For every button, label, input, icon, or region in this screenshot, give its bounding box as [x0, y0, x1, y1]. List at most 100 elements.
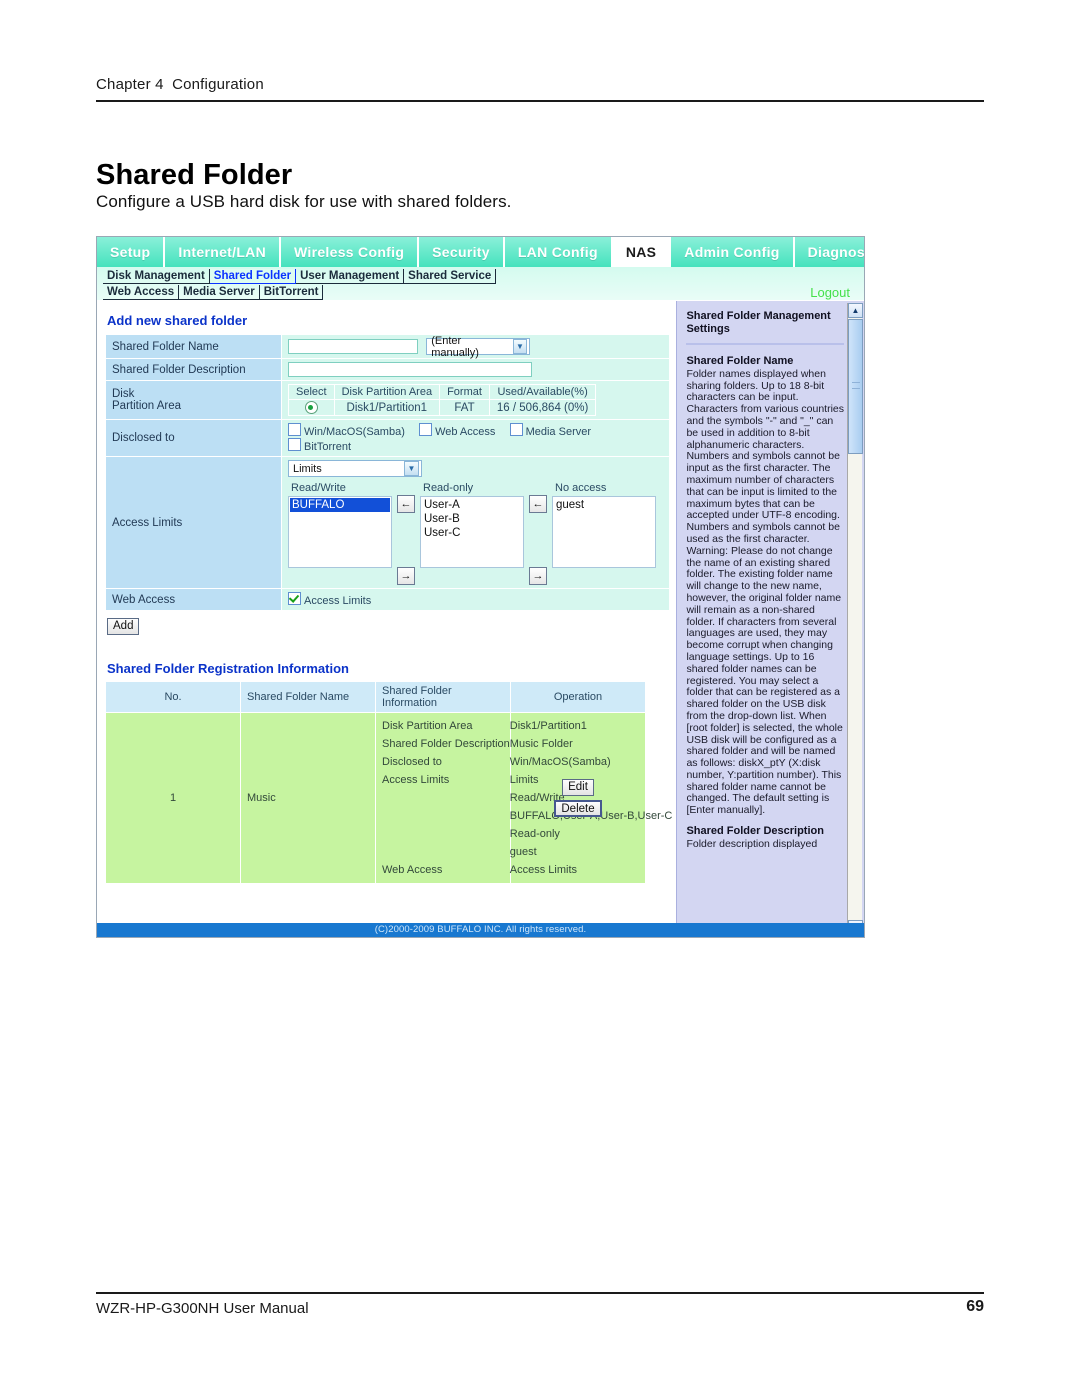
tab-nas[interactable]: NAS: [612, 237, 672, 267]
page-subtitle: Configure a USB hard disk for use with s…: [96, 192, 512, 211]
move-left-button[interactable]: ←: [529, 495, 547, 513]
reg-cell-no: 1: [105, 712, 241, 884]
move-left-button[interactable]: ←: [397, 495, 415, 513]
checkbox-media-server[interactable]: Media Server: [509, 423, 591, 438]
move-right-button[interactable]: →: [529, 567, 547, 585]
readwrite-listbox[interactable]: BUFFALO: [288, 496, 392, 568]
edit-button[interactable]: Edit: [562, 779, 594, 796]
label-shared-folder-description: Shared Folder Description: [105, 358, 282, 381]
form-row-disk-partition: Disk Partition Area Select Disk Partitio…: [105, 380, 670, 420]
transfer-arrows-readwrite: ← →: [392, 481, 420, 585]
disk-col-partition-area: Disk Partition Area: [333, 384, 441, 400]
info-key: [382, 789, 510, 807]
sub-tab-disk-management[interactable]: Disk Management: [103, 269, 210, 284]
registration-info-grid: Disk Partition Area Shared Folder Descri…: [382, 717, 672, 879]
list-item[interactable]: User-B: [422, 512, 522, 526]
tab-lan-config[interactable]: LAN Config: [504, 237, 613, 267]
running-head-chapter: Chapter 4: [96, 76, 164, 93]
disk-partition-radio[interactable]: [304, 401, 318, 414]
list-item[interactable]: guest: [554, 498, 654, 512]
checkbox-win-macos-samba[interactable]: Win/MacOS(Samba): [288, 423, 405, 438]
sub-tab-shared-service[interactable]: Shared Service: [404, 269, 497, 284]
checkbox-win-macos-samba-label: Win/MacOS(Samba): [304, 426, 405, 438]
delete-button[interactable]: Delete: [554, 800, 602, 817]
manual-page: Chapter 4 Configuration Shared Folder Co…: [0, 0, 1080, 1397]
reg-cell-name: Music: [240, 712, 376, 884]
ui-body: Add new shared folder Shared Folder Name…: [97, 301, 864, 937]
checkbox-web-access[interactable]: Web Access: [419, 423, 495, 438]
sub-tab-bar: Disk Management Shared Folder User Manag…: [97, 267, 864, 300]
help-heading: Shared Folder Management Settings: [686, 310, 831, 335]
info-value: Music Folder: [509, 738, 573, 750]
sub-tab-shared-folder[interactable]: Shared Folder: [209, 269, 297, 284]
label-shared-folder-name: Shared Folder Name: [105, 334, 282, 359]
move-right-button[interactable]: →: [397, 567, 415, 585]
tab-wireless-config[interactable]: Wireless Config: [281, 237, 420, 267]
tab-setup[interactable]: Setup: [97, 237, 166, 267]
disk-col-select: Select: [288, 384, 335, 400]
access-limits-select[interactable]: Limits ▼: [288, 460, 422, 477]
disk-used-available: 16 / 506,864 (0%): [488, 399, 597, 416]
chevron-down-icon: ▼: [404, 461, 419, 476]
add-button[interactable]: Add: [107, 618, 140, 635]
reg-cell-info: Disk Partition Area Shared Folder Descri…: [375, 712, 672, 884]
list-item[interactable]: User-A: [422, 498, 522, 512]
checkbox-web-access-limits-label: Access Limits: [304, 595, 372, 607]
footer-page-number: 69: [966, 1298, 984, 1315]
checkbox-web-access-label: Web Access: [435, 426, 496, 438]
disk-partition-name: Disk1/Partition1: [333, 399, 441, 416]
form-row-access-limits: Access Limits Limits ▼ Read/Write BUFFAL…: [105, 456, 670, 589]
checkbox-bittorrent[interactable]: BitTorrent: [288, 438, 351, 453]
logout-link[interactable]: Logout: [810, 285, 850, 300]
add-button-container: Add: [107, 618, 676, 635]
sub-tab-web-access[interactable]: Web Access: [103, 285, 180, 300]
disk-table-header-row: Select Disk Partition Area Format Used/A…: [288, 384, 597, 400]
reg-col-operation: Operation: [510, 681, 646, 713]
checkbox-checked-icon[interactable]: [288, 592, 301, 605]
shared-folder-name-select[interactable]: (Enter manually) ▼: [426, 335, 531, 359]
checkbox-web-access-limits[interactable]: Access Limits: [288, 592, 371, 607]
info-key: Web Access: [382, 864, 443, 876]
scrollbar-thumb[interactable]: [848, 319, 863, 454]
info-value: Disk1/Partition1: [509, 720, 587, 732]
sub-tab-media-server[interactable]: Media Server: [179, 285, 260, 300]
list-item[interactable]: User-C: [422, 526, 522, 540]
checkbox-icon[interactable]: [509, 423, 523, 436]
tab-admin-config[interactable]: Admin Config: [671, 237, 795, 267]
footer-manual-name: WZR-HP-G300NH User Manual: [96, 1300, 309, 1317]
checkbox-icon[interactable]: [419, 423, 433, 436]
checkbox-icon[interactable]: [288, 423, 301, 436]
shared-folder-name-input[interactable]: [288, 339, 418, 355]
disk-col-format: Format: [439, 384, 490, 400]
readonly-column: Read-only User-A User-B User-C: [420, 481, 524, 568]
list-item[interactable]: BUFFALO: [290, 498, 390, 512]
sub-tab-bittorrent[interactable]: BitTorrent: [259, 285, 324, 300]
shared-folder-description-input[interactable]: [288, 362, 532, 377]
readwrite-header: Read/Write: [291, 482, 346, 494]
sub-tab-row-2: Web Access Media Server BitTorrent Logou…: [103, 285, 864, 300]
disk-select-cell[interactable]: [288, 399, 335, 416]
info-key: Shared Folder Description: [382, 738, 510, 750]
scroll-up-icon[interactable]: ▲: [848, 303, 863, 318]
page-title: Shared Folder: [96, 159, 293, 192]
info-key: Access Limits: [382, 774, 450, 786]
disk-table-row: Disk1/Partition1 FAT 16 / 506,864 (0%): [288, 399, 597, 416]
registration-info-keys: Disk Partition Area Shared Folder Descri…: [382, 717, 510, 879]
transfer-arrows-noaccess: ← →: [524, 481, 552, 585]
tab-security[interactable]: Security: [419, 237, 505, 267]
table-row: 1 Music Disk Partition Area Shared Folde…: [105, 712, 672, 884]
tab-diagnostic[interactable]: Diagnostic: [794, 237, 864, 267]
add-shared-folder-heading: Add new shared folder: [107, 313, 248, 328]
help-pane-scrollbar[interactable]: ▲ ▼: [847, 303, 863, 935]
checkbox-icon[interactable]: [288, 438, 301, 451]
label-disk-line1: Disk: [112, 388, 135, 400]
help-section-body-shared-folder-description: Folder description displayed: [686, 837, 818, 850]
readonly-listbox[interactable]: User-A User-B User-C: [420, 496, 524, 568]
tab-internet-lan[interactable]: Internet/LAN: [165, 237, 281, 267]
noaccess-listbox[interactable]: guest: [552, 496, 656, 568]
noaccess-column: No access guest: [552, 481, 656, 568]
info-key: [382, 807, 510, 825]
reg-col-info: Shared Folder Information: [375, 681, 511, 713]
header-divider: [96, 100, 984, 102]
sub-tab-user-management[interactable]: User Management: [296, 269, 405, 284]
